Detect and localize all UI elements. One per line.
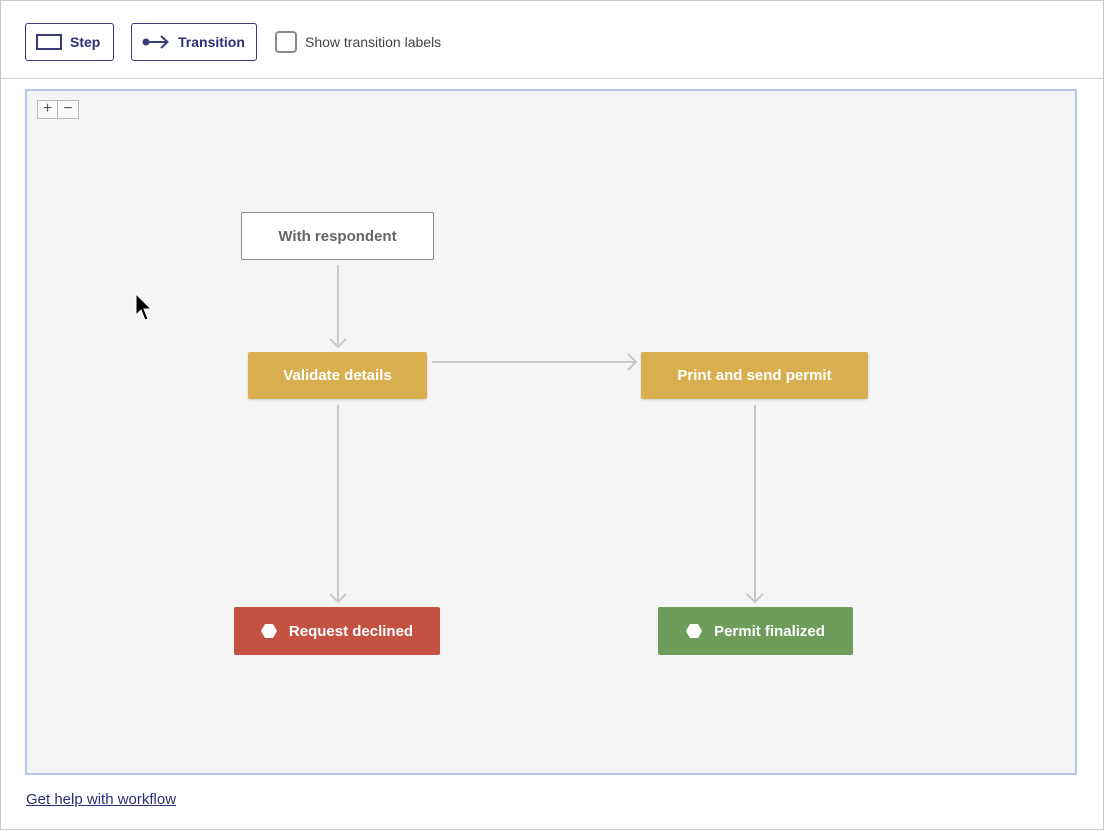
transition-print-to-finalized[interactable]	[746, 405, 764, 604]
step-with-respondent-label: With respondent	[278, 227, 397, 245]
add-step-button[interactable]: Step	[25, 23, 114, 61]
end-hexagon-icon	[686, 623, 703, 639]
transition-edges	[329, 265, 764, 604]
transition-with-respondent-to-validate[interactable]	[329, 265, 347, 349]
step-validate-details[interactable]: Validate details	[248, 352, 427, 399]
step-label: Step	[70, 34, 101, 50]
step-request-declined[interactable]: Request declined	[234, 607, 440, 655]
toolbar: Step Transition Show transition labels	[1, 1, 1103, 79]
show-transition-labels-checkbox[interactable]	[275, 31, 297, 53]
step-print-and-send-permit[interactable]: Print and send permit	[641, 352, 868, 399]
show-transition-labels-text: Show transition labels	[305, 34, 442, 50]
transition-validate-to-print[interactable]	[432, 353, 638, 371]
show-transition-labels-toggle: Show transition labels	[275, 31, 441, 53]
workflow-editor: Step Transition Show transition labels +…	[0, 0, 1104, 830]
transition-arrow-icon	[142, 34, 170, 50]
transition-validate-to-declined[interactable]	[329, 405, 347, 604]
step-print-and-send-permit-label: Print and send permit	[677, 367, 832, 384]
workflow-canvas[interactable]: + − With respondent Validate details Pri…	[25, 89, 1077, 775]
step-icon	[36, 34, 62, 50]
mouse-pointer-icon	[135, 293, 153, 321]
help-workflow-link[interactable]: Get help with workflow	[26, 791, 176, 808]
step-with-respondent[interactable]: With respondent	[241, 212, 434, 260]
step-permit-finalized[interactable]: Permit finalized	[658, 607, 853, 655]
add-transition-button[interactable]: Transition	[131, 23, 257, 61]
step-request-declined-label: Request declined	[288, 622, 414, 640]
step-validate-details-label: Validate details	[283, 367, 392, 384]
transition-label: Transition	[178, 34, 245, 50]
end-hexagon-icon	[260, 623, 277, 639]
step-permit-finalized-label: Permit finalized	[714, 622, 825, 640]
